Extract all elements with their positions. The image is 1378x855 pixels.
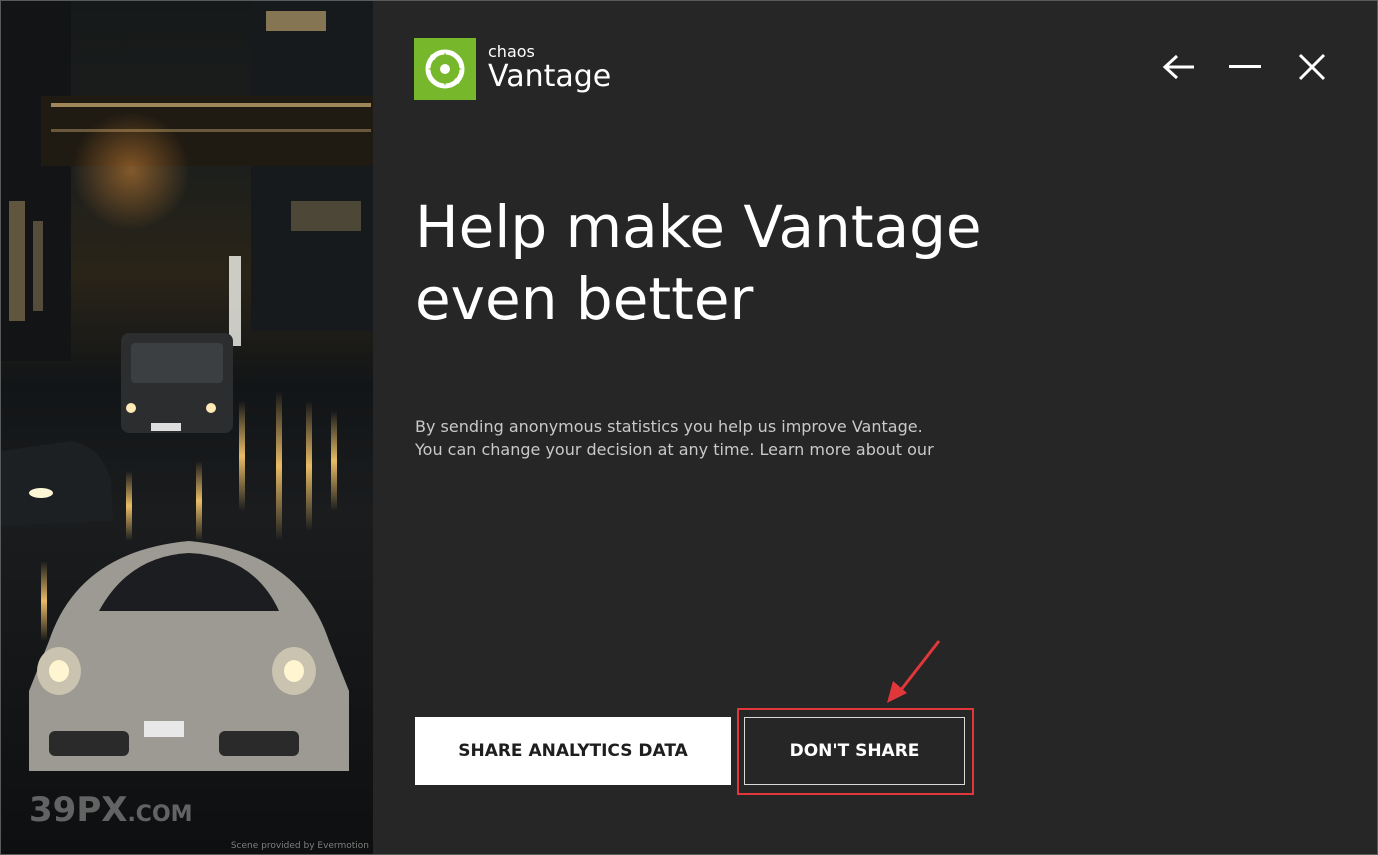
- minimize-icon: [1229, 65, 1261, 68]
- arrow-left-icon: [1162, 54, 1194, 80]
- back-button[interactable]: [1157, 45, 1201, 89]
- watermark: 39PX.COM: [29, 790, 193, 830]
- logo-product: Vantage: [488, 59, 612, 94]
- logo-wordmark: chaos Vantage: [488, 44, 611, 94]
- dark-car-silhouette: [1, 441, 113, 526]
- logo-company: chaos: [488, 42, 535, 61]
- dialog-window: 39PX.COM Scene provided by Evermotion ch…: [0, 0, 1378, 855]
- night-street-image: 39PX.COM Scene provided by Evermotion: [1, 1, 373, 854]
- annotation-arrow-icon: [887, 640, 941, 703]
- vantage-logo: chaos Vantage: [414, 38, 611, 100]
- van-silhouette: [121, 333, 233, 433]
- image-credit: Scene provided by Evermotion: [230, 841, 369, 851]
- close-button[interactable]: [1290, 45, 1334, 89]
- annotation-highlight-box: [737, 708, 974, 795]
- sports-car-silhouette: [29, 541, 349, 771]
- description-line: By sending anonymous statistics you help…: [415, 417, 923, 436]
- close-icon: [1298, 53, 1326, 81]
- description: By sending anonymous statistics you help…: [415, 415, 975, 461]
- share-analytics-button[interactable]: SHARE ANALYTICS DATA: [415, 717, 731, 785]
- minimize-button[interactable]: [1223, 45, 1267, 89]
- chaos-logo-icon: [414, 38, 476, 100]
- description-line: You can change your decision at any time…: [415, 440, 934, 459]
- page-title: Help make Vantage even better: [415, 193, 982, 333]
